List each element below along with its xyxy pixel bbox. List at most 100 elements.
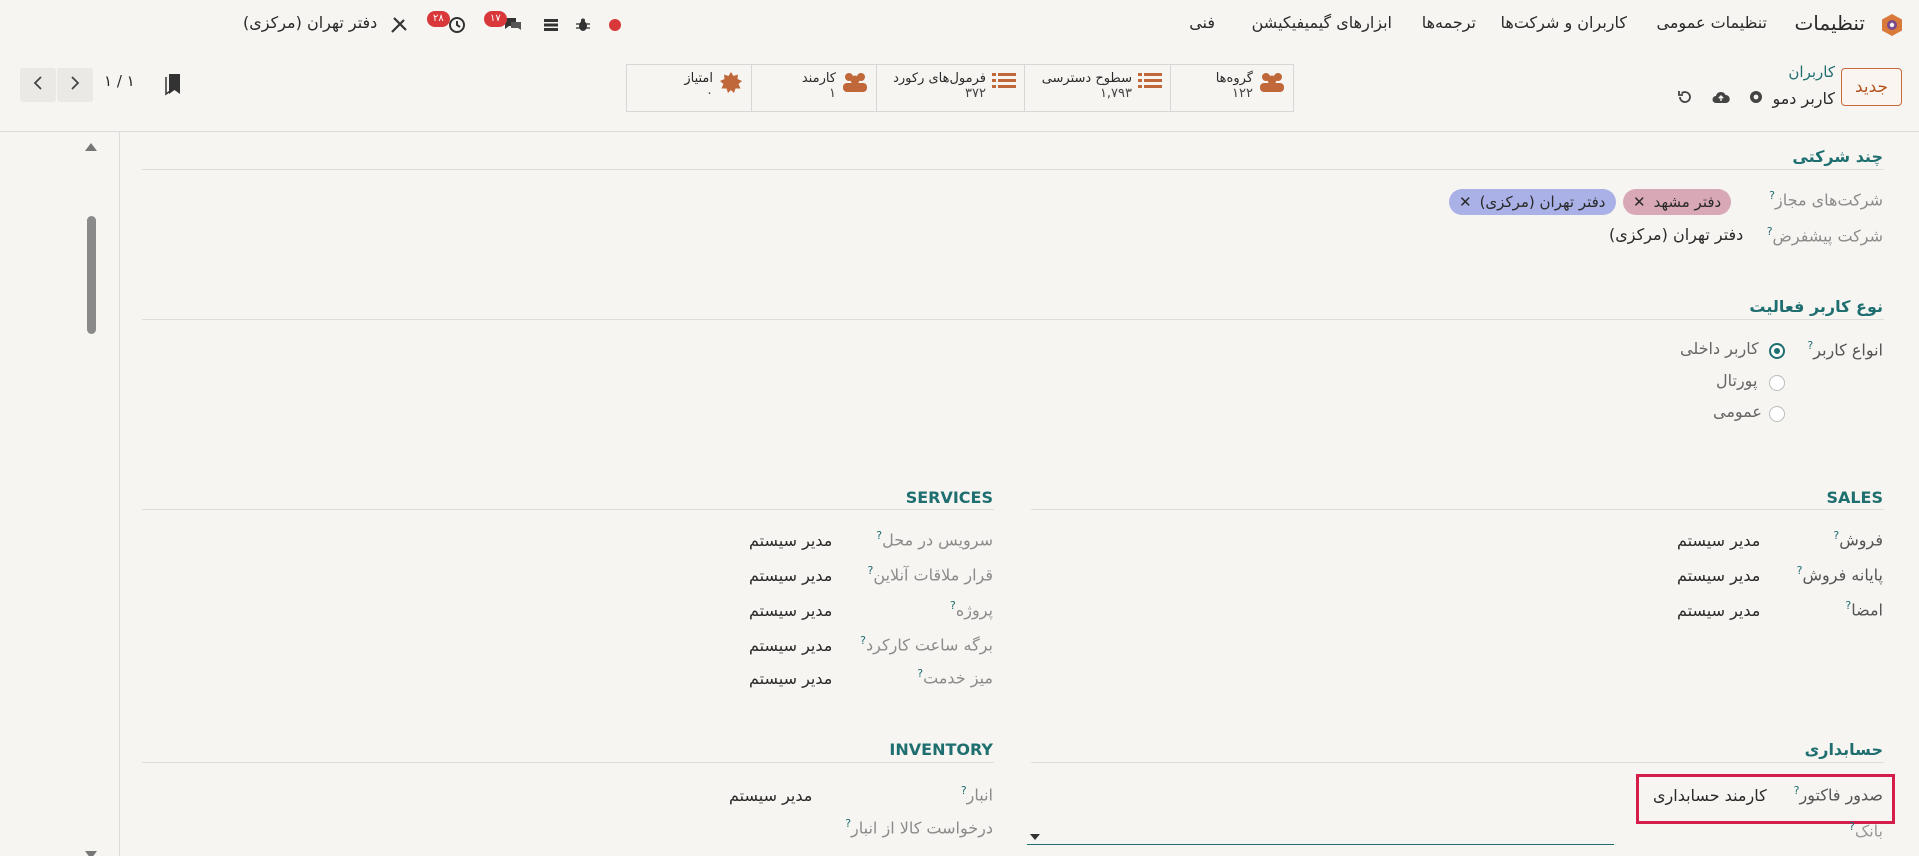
- sales-value[interactable]: مدیر سیستم: [1677, 531, 1760, 550]
- gear-icon[interactable]: [1747, 88, 1765, 106]
- pos-value[interactable]: مدیر سیستم: [1677, 566, 1760, 585]
- side-scroll-area: [0, 132, 120, 856]
- helpdesk-value[interactable]: مدیر سیستم: [749, 669, 832, 688]
- discard-undo-icon[interactable]: [1676, 88, 1694, 106]
- dropdown-caret-icon[interactable]: [1030, 826, 1040, 844]
- field-label-text: شرکت‌های مجاز: [1775, 190, 1883, 210]
- stat-value: ۱۲۲: [1232, 86, 1253, 101]
- cloud-upload-icon[interactable]: [1712, 88, 1730, 106]
- section-title-sales: SALES: [1826, 488, 1883, 507]
- chevron-right-icon: [70, 75, 80, 95]
- bank-select-input[interactable]: [1027, 844, 1614, 845]
- stat-label: امتیاز: [684, 71, 713, 86]
- stat-value: ۱: [829, 86, 836, 101]
- stat-value: ۰: [706, 86, 713, 101]
- project-value[interactable]: مدیر سیستم: [749, 601, 832, 620]
- pager-prev-button[interactable]: [20, 68, 56, 102]
- stat-value: ۱,۷۹۳: [1099, 86, 1132, 101]
- appointment-label: قرار ملاقات آنلاین?: [868, 564, 993, 584]
- nav-item-general-settings[interactable]: تنظیمات عمومی: [1657, 13, 1767, 32]
- field-label-text: پایانه فروش: [1802, 565, 1883, 585]
- stat-value: ۳۷۲: [965, 86, 986, 101]
- default-company-label: شرکت پیشفرض?: [1767, 225, 1883, 245]
- scrollbar-thumb[interactable]: [87, 216, 96, 334]
- radio-label[interactable]: عمومی: [1713, 402, 1762, 421]
- section-divider: [1031, 509, 1884, 510]
- nav-item-gamification[interactable]: ابزارهای گیمیفیکیشن: [1252, 13, 1392, 32]
- nav-item-users-companies[interactable]: کاربران و شرکت‌ها: [1501, 13, 1627, 32]
- section-title-services: SERVICES: [905, 488, 993, 507]
- app-logo-icon[interactable]: [1880, 13, 1904, 37]
- bank-label: بانک?: [1849, 820, 1883, 840]
- stat-karma[interactable]: امتیاز ۰: [626, 64, 752, 112]
- appointment-value[interactable]: مدیر سیستم: [749, 566, 832, 585]
- scroll-down-icon[interactable]: [85, 845, 97, 856]
- radio-label[interactable]: کاربر داخلی: [1680, 339, 1759, 358]
- invoicing-label: صدور فاکتور?: [1794, 784, 1883, 804]
- record-name: کاربر دمو: [1772, 89, 1835, 108]
- pager-next-button[interactable]: [57, 68, 93, 102]
- users-group-icon: [1259, 71, 1285, 97]
- database-icon[interactable]: [540, 14, 562, 36]
- new-button[interactable]: جدید: [1841, 68, 1902, 106]
- nav-item-translations[interactable]: ترجمه‌ها: [1422, 13, 1476, 32]
- section-divider: [142, 762, 994, 763]
- radio-label[interactable]: پورتال: [1716, 371, 1757, 390]
- project-label: پروژه?: [950, 599, 993, 619]
- timesheet-label: برگه ساعت کارکرد?: [860, 634, 993, 654]
- nav-item-technical[interactable]: فنی: [1189, 13, 1215, 32]
- sales-label: فروش?: [1833, 529, 1883, 549]
- company-tag: دفتر تهران (مرکزی) ✕: [1449, 189, 1616, 215]
- field-label-text: فروش: [1839, 530, 1883, 550]
- timesheet-value[interactable]: مدیر سیستم: [749, 636, 832, 655]
- field-label-text: امضا: [1851, 600, 1883, 620]
- stat-access-levels[interactable]: سطوح دسترسی ۱,۷۹۳: [1024, 64, 1171, 112]
- section-divider: [142, 319, 1884, 320]
- breadcrumb[interactable]: کاربران: [1788, 63, 1835, 81]
- stat-employee[interactable]: کارمند ۱: [751, 64, 877, 112]
- section-divider: [1031, 762, 1884, 763]
- activity-badge: ۲۸: [427, 11, 450, 27]
- field-label-text: درخواست کالا از انبار: [851, 818, 993, 838]
- scroll-up-icon[interactable]: [85, 137, 97, 155]
- stat-groups[interactable]: گروه‌ها ۱۲۲: [1170, 64, 1294, 112]
- field-label-text: میز خدمت: [923, 668, 993, 688]
- warehouse-label: انبار?: [961, 784, 993, 804]
- users-group-icon: [842, 71, 868, 97]
- close-icon[interactable]: ✕: [1459, 193, 1472, 211]
- tools-icon[interactable]: [388, 14, 410, 36]
- list-icon: [992, 71, 1016, 97]
- pos-label: پایانه فروش?: [1797, 564, 1883, 584]
- field-label-text: سرویس در محل: [882, 530, 993, 550]
- service-field-label: سرویس در محل?: [876, 529, 993, 549]
- close-icon[interactable]: ✕: [1633, 193, 1646, 211]
- bookmark-icon[interactable]: [163, 72, 187, 96]
- field-label-text: شرکت پیشفرض: [1772, 226, 1883, 246]
- invoicing-value[interactable]: کارمند حسابداری: [1653, 786, 1767, 805]
- sign-label: امضا?: [1845, 599, 1883, 619]
- field-label-text: قرار ملاقات آنلاین: [873, 565, 993, 585]
- sign-value[interactable]: مدیر سیستم: [1677, 601, 1760, 620]
- stat-label: سطوح دسترسی: [1041, 71, 1132, 86]
- section-divider: [142, 169, 1884, 170]
- stat-label: گروه‌ها: [1215, 71, 1253, 86]
- record-dot-icon[interactable]: [604, 14, 626, 36]
- allowed-companies-label: شرکت‌های مجاز?: [1769, 189, 1883, 209]
- field-label-text: انبار: [966, 785, 993, 805]
- chevron-left-icon: [33, 75, 43, 95]
- stock-request-label: درخواست کالا از انبار?: [845, 817, 993, 837]
- stat-record-rules[interactable]: فرمول‌های رکورد ۳۷۲: [876, 64, 1025, 112]
- section-title-inventory: INVENTORY: [889, 740, 993, 759]
- pager-counter[interactable]: ۱ / ۱: [104, 72, 135, 90]
- radio-internal-user[interactable]: [1769, 343, 1785, 359]
- radio-public[interactable]: [1769, 406, 1785, 422]
- default-company-value[interactable]: دفتر تهران (مرکزی): [1609, 225, 1743, 244]
- service-field-value[interactable]: مدیر سیستم: [749, 531, 832, 550]
- radio-portal[interactable]: [1769, 375, 1785, 391]
- warehouse-value[interactable]: مدیر سیستم: [729, 786, 812, 805]
- helpdesk-label: میز خدمت?: [917, 667, 993, 687]
- field-label-text: بانک: [1854, 821, 1883, 841]
- bug-icon[interactable]: [572, 14, 594, 36]
- company-switcher[interactable]: دفتر تهران (مرکزی): [243, 13, 377, 32]
- nav-brand[interactable]: تنظیمات: [1794, 11, 1865, 35]
